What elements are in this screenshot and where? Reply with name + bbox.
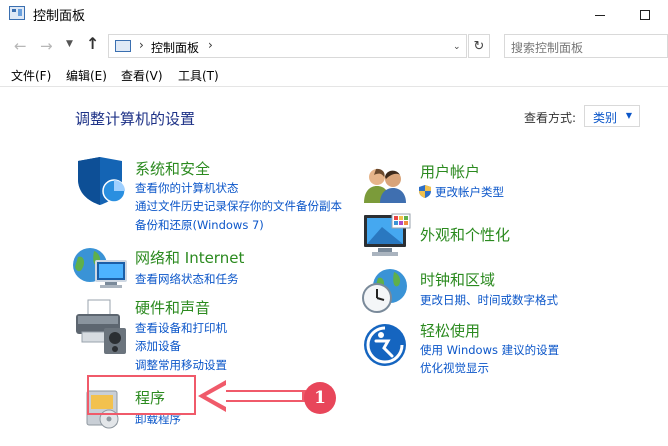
title-bar: 控制面板 <box>0 0 668 30</box>
link-view-computer-status[interactable]: 查看你的计算机状态 <box>135 180 239 196</box>
category-network-internet[interactable]: 网络和 Internet <box>135 247 244 268</box>
refresh-button[interactable]: ↻ <box>468 34 490 58</box>
menu-edit[interactable]: 编辑(E) <box>66 67 107 84</box>
view-by-dropdown[interactable]: 类别 ▼ <box>584 105 640 127</box>
search-input[interactable]: 搜索控制面板 <box>504 34 668 58</box>
step-number-badge: 1 <box>304 382 336 414</box>
user-accounts-icon <box>364 168 406 203</box>
link-recommended-settings[interactable]: 使用 Windows 建议的设置 <box>420 342 559 358</box>
page-title: 调整计算机的设置 <box>75 110 196 128</box>
divider <box>0 86 668 87</box>
network-globe-icon <box>73 248 127 288</box>
ease-of-access-icon <box>364 324 406 366</box>
control-panel-icon <box>9 6 25 20</box>
appearance-monitor-icon <box>364 213 411 256</box>
breadcrumb-control-panel[interactable]: 控制面板 <box>151 39 199 56</box>
category-clock-region[interactable]: 时钟和区域 <box>420 269 495 290</box>
window-title: 控制面板 <box>33 9 86 24</box>
control-panel-icon <box>115 40 131 52</box>
link-optimize-visual-display[interactable]: 优化视觉显示 <box>420 360 489 376</box>
annotation-arrow-icon <box>198 380 306 412</box>
view-by-value: 类别 <box>593 111 618 125</box>
minimize-button[interactable] <box>577 0 623 30</box>
menu-tools[interactable]: 工具(T) <box>178 67 219 84</box>
link-devices-printers[interactable]: 查看设备和打印机 <box>135 320 227 336</box>
menu-view[interactable]: 查看(V) <box>121 67 163 84</box>
clock-globe-icon <box>362 269 407 313</box>
navigation-bar: ← → ▼ ↑ › 控制面板 › ⌄ ↻ 搜索控制面板 <box>0 31 668 61</box>
highlight-box <box>87 375 196 415</box>
link-change-account-type[interactable]: 更改帐户类型 <box>435 184 504 200</box>
category-ease-of-access[interactable]: 轻松使用 <box>420 320 480 341</box>
dropdown-arrow-icon: ▼ <box>625 111 632 120</box>
refresh-icon: ↻ <box>473 38 485 54</box>
category-system-security[interactable]: 系统和安全 <box>135 158 210 179</box>
menu-file[interactable]: 文件(F) <box>11 67 51 84</box>
maximize-button[interactable] <box>622 0 668 30</box>
breadcrumb-separator[interactable]: › <box>208 38 213 52</box>
printer-icon <box>76 299 126 354</box>
forward-arrow-icon[interactable]: → <box>40 37 53 55</box>
view-by-label: 查看方式: <box>524 111 577 125</box>
link-network-status[interactable]: 查看网络状态和任务 <box>135 271 239 287</box>
link-change-date-time-format[interactable]: 更改日期、时间或数字格式 <box>420 292 558 308</box>
minimize-icon <box>595 14 605 16</box>
up-arrow-icon[interactable]: ↑ <box>86 34 99 53</box>
link-mobility-settings[interactable]: 调整常用移动设置 <box>135 357 227 373</box>
category-user-accounts[interactable]: 用户帐户 <box>420 161 480 182</box>
address-bar[interactable]: › 控制面板 › ⌄ <box>108 34 467 58</box>
uac-shield-icon <box>419 183 431 198</box>
breadcrumb-separator[interactable]: › <box>139 38 144 52</box>
link-add-device[interactable]: 添加设备 <box>135 338 181 354</box>
category-appearance[interactable]: 外观和个性化 <box>420 224 510 245</box>
link-backup-restore[interactable]: 备份和还原(Windows 7) <box>135 217 264 233</box>
recent-locations-chevron-icon[interactable]: ▼ <box>66 39 73 49</box>
link-file-history-backup[interactable]: 通过文件历史记录保存你的文件备份副本 <box>135 198 342 214</box>
shield-icon <box>78 157 126 205</box>
address-dropdown-chevron-icon[interactable]: ⌄ <box>453 42 461 52</box>
category-hardware-sound[interactable]: 硬件和声音 <box>135 297 210 318</box>
menu-bar: 文件(F) 编辑(E) 查看(V) 工具(T) <box>0 63 668 85</box>
back-arrow-icon[interactable]: ← <box>14 37 27 55</box>
maximize-icon <box>640 10 650 20</box>
